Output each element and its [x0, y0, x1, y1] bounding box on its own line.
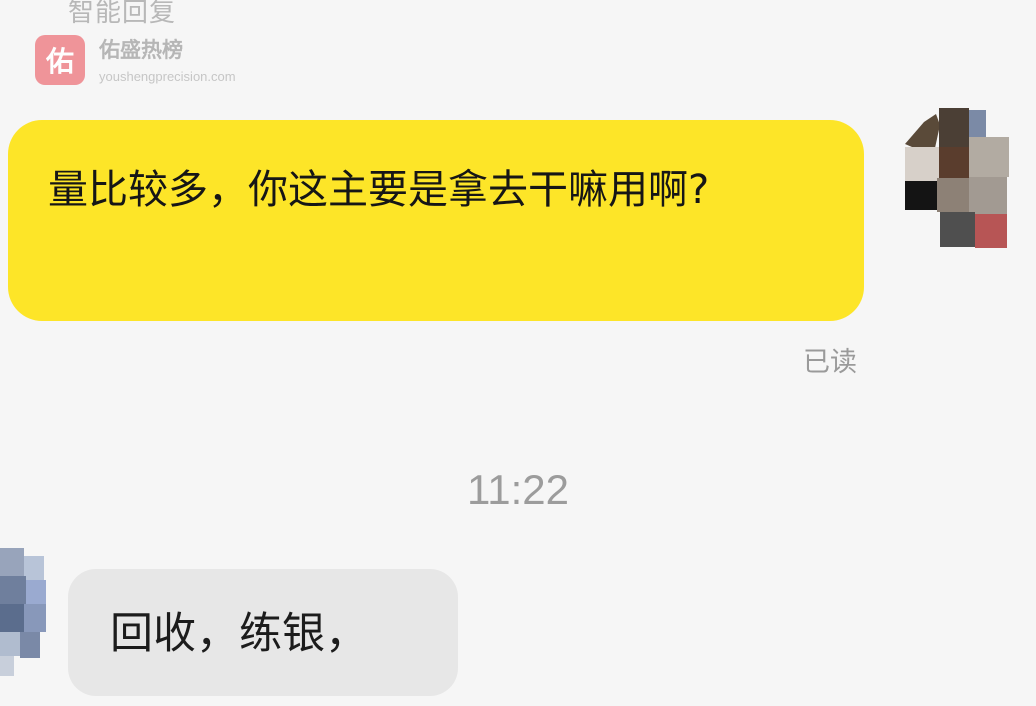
- left-avatar-icon[interactable]: [0, 548, 48, 676]
- watermark: 佑 佑盛热榜 youshengprecision.com: [35, 35, 236, 85]
- right-avatar-icon[interactable]: [898, 104, 1020, 249]
- timestamp: 11:22: [467, 466, 569, 513]
- incoming-message-bubble[interactable]: 回收，练银，: [68, 569, 458, 696]
- read-status: 已读: [803, 347, 857, 378]
- outgoing-message-bubble[interactable]: 量比较多，你这主要是拿去干嘛用啊?: [8, 120, 864, 321]
- watermark-title: 佑盛热榜: [99, 38, 183, 62]
- outgoing-message-text: 量比较多，你这主要是拿去干嘛用啊?: [48, 167, 710, 213]
- watermark-url: youshengprecision.com: [99, 69, 236, 85]
- incoming-message-text: 回收，练银，: [110, 609, 368, 659]
- smart-reply-label: 智能回复: [68, 0, 177, 28]
- watermark-logo-icon: 佑: [35, 35, 85, 85]
- watermark-text: 佑盛热榜 youshengprecision.com: [99, 38, 236, 84]
